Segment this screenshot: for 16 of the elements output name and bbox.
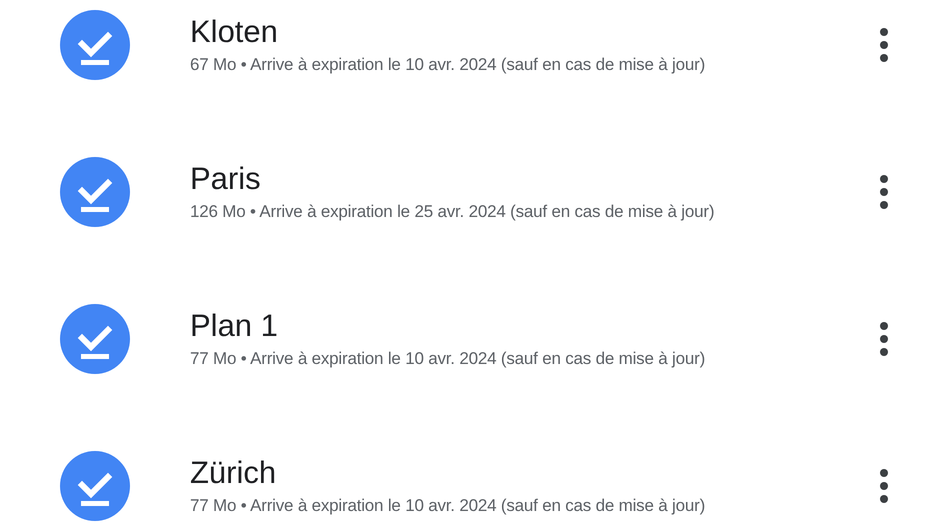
map-details: 126 Mo • Arrive à expiration le 25 avr. 2024 (sauf en cas de mise à jour)	[190, 200, 714, 223]
map-name: Zürich	[190, 454, 276, 491]
map-details: 77 Mo • Arrive à expiration le 10 avr. 2024 (sauf en cas de mise à jour)	[190, 494, 706, 517]
map-details: 77 Mo • Arrive à expiration le 10 avr. 2024 (sauf en cas de mise à jour)	[190, 348, 706, 370]
map-name: Paris	[190, 160, 261, 197]
download-done-icon	[60, 304, 130, 374]
download-done-icon	[60, 10, 130, 80]
download-done-icon	[60, 451, 130, 521]
more-vertical-icon	[879, 174, 889, 210]
more-vertical-icon	[879, 468, 889, 504]
download-done-icon	[60, 157, 130, 227]
more-vertical-icon	[879, 27, 889, 63]
map-details: 67 Mo • Arrive à expiration le 10 avr. 2024 (sauf en cas de mise à jour)	[190, 54, 706, 76]
more-vertical-icon	[879, 321, 889, 357]
map-name: Plan 1	[190, 306, 278, 344]
map-name: Kloten	[190, 12, 278, 50]
